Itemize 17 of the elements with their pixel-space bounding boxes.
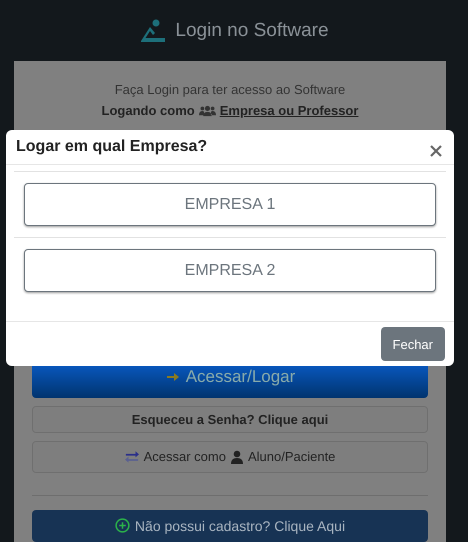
user-icon [230, 450, 243, 464]
close-button[interactable]: Fechar [380, 327, 445, 361]
role-link[interactable]: Empresa ou Professor [220, 100, 358, 122]
close-icon[interactable] [430, 145, 442, 157]
intro-text: Faça Login para ter acesso ao Software [114, 81, 346, 99]
signup-button[interactable]: Não possui cadastro? Clique Aqui [32, 510, 428, 542]
forgot-password-button[interactable]: Esqueceu a Senha? Clique aqui [32, 406, 428, 433]
logo-icon [139, 18, 168, 42]
swap-arrows-icon [124, 450, 139, 464]
dialog-title: Logar em qual Empresa? [16, 138, 208, 156]
switch-role-button[interactable]: Acessar como Aluno/Paciente [32, 440, 428, 473]
plus-circle-icon [114, 518, 130, 534]
company-option[interactable]: EMPRESA 1 [24, 183, 436, 226]
company-option[interactable]: EMPRESA 2 [24, 249, 436, 292]
users-icon [198, 105, 216, 117]
role-label: Logando como [102, 102, 195, 120]
app-title: Login no Software [175, 20, 329, 42]
